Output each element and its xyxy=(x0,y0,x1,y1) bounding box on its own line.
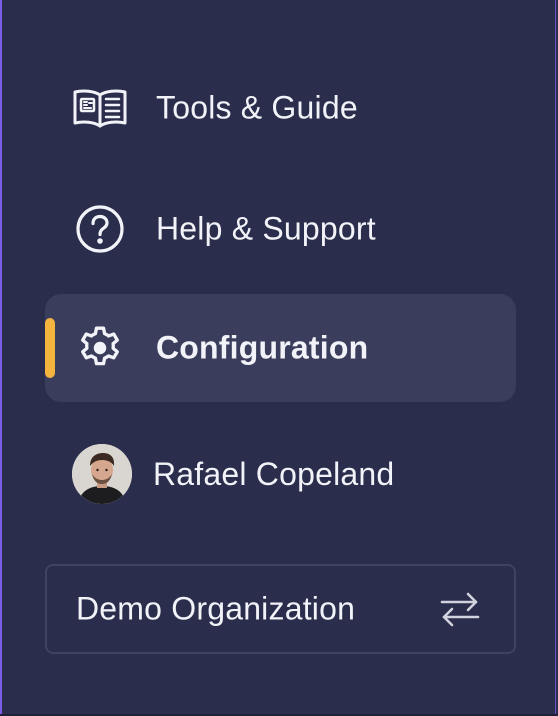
swap-arrows-icon[interactable] xyxy=(438,589,482,629)
nav-item-tools-guide[interactable]: Tools & Guide xyxy=(45,54,516,162)
organization-switcher[interactable]: Demo Organization xyxy=(45,564,516,654)
nav-item-label: Configuration xyxy=(156,329,369,366)
gear-icon xyxy=(72,320,128,376)
nav-item-label: Tools & Guide xyxy=(156,89,358,126)
nav-item-help-support[interactable]: Help & Support xyxy=(45,175,516,283)
user-name: Rafael Copeland xyxy=(153,455,395,492)
nav-item-label: Help & Support xyxy=(156,210,376,247)
help-circle-icon xyxy=(72,201,128,257)
active-indicator xyxy=(45,318,55,378)
book-icon xyxy=(72,80,128,136)
avatar xyxy=(72,444,132,504)
nav-item-configuration[interactable]: Configuration xyxy=(45,294,516,402)
user-profile[interactable]: Rafael Copeland xyxy=(72,443,492,505)
sidebar: Tools & Guide Help & Support Configurati… xyxy=(0,0,556,716)
organization-name: Demo Organization xyxy=(76,590,356,627)
